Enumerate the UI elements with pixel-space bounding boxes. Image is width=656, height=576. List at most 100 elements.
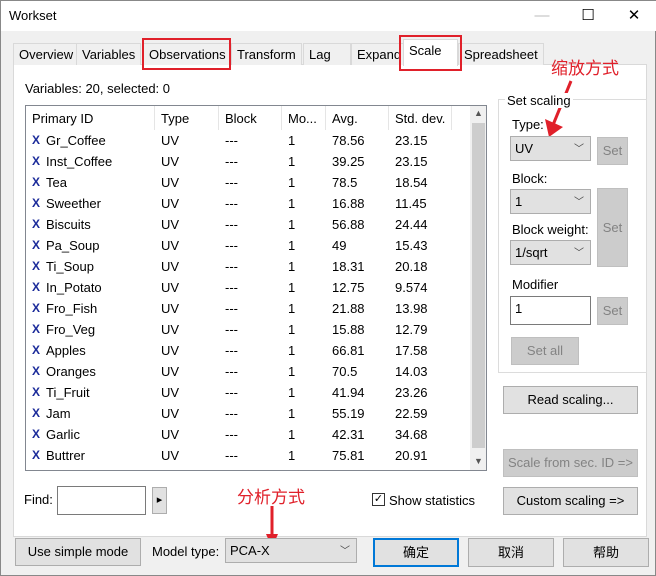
show-statistics-checkbox[interactable]: ✓: [372, 493, 385, 506]
table-row[interactable]: X Jam UV --- 1 55.19 22.59: [26, 403, 470, 424]
type-label: Type:: [512, 117, 544, 132]
column-type[interactable]: Type: [155, 106, 219, 130]
window-title: Workset: [9, 8, 57, 23]
read-scaling-button[interactable]: Read scaling...: [503, 386, 638, 414]
column-modifier[interactable]: Mo...: [282, 106, 326, 130]
x-variable-icon: X: [32, 175, 41, 189]
cell-block: ---: [225, 196, 238, 211]
use-simple-mode-button[interactable]: Use simple mode: [15, 538, 141, 566]
cell-modifier: 1: [288, 196, 296, 211]
model-type-select[interactable]: PCA-X ﹀: [225, 538, 357, 563]
table-row[interactable]: X Gr_Coffee UV --- 1 78.56 23.15: [26, 130, 470, 151]
block-weight-label: Block weight:: [512, 222, 589, 237]
cell-std-dev: 23.15: [395, 154, 428, 169]
set-all-button[interactable]: Set all: [511, 337, 579, 365]
annotation-scale-method: 缩放方式: [551, 59, 619, 78]
cell-type: UV: [161, 259, 180, 274]
cell-primary-id: Inst_Coffee: [46, 154, 113, 169]
find-input[interactable]: [57, 486, 146, 515]
cell-avg: 18.31: [332, 259, 365, 274]
set-block-button[interactable]: Set: [597, 188, 628, 267]
cell-modifier: 1: [288, 238, 296, 253]
cell-block: ---: [225, 280, 238, 295]
cell-std-dev: 20.18: [395, 259, 428, 274]
vertical-scrollbar[interactable]: ▲ ▼: [470, 106, 486, 470]
column-std-dev[interactable]: Std. dev.: [389, 106, 452, 130]
modifier-input[interactable]: 1: [510, 296, 591, 325]
x-variable-icon: X: [32, 385, 41, 399]
block-weight-select[interactable]: 1/sqrt ﹀: [510, 240, 591, 265]
cell-primary-id: Fro_Fish: [46, 301, 98, 316]
cell-type: UV: [161, 217, 180, 232]
table-row[interactable]: X Fro_Fish UV --- 1 21.88 13.98: [26, 298, 470, 319]
tab-transform[interactable]: Transform: [231, 43, 302, 65]
column-block[interactable]: Block: [219, 106, 282, 130]
cell-std-dev: 17.58: [395, 343, 428, 358]
custom-scaling-button[interactable]: Custom scaling =>: [503, 487, 638, 515]
table-row[interactable]: X Inst_Coffee UV --- 1 39.25 23.15: [26, 151, 470, 172]
table-row[interactable]: X Apples UV --- 1 66.81 17.58: [26, 340, 470, 361]
cell-modifier: 1: [288, 364, 296, 379]
table-row[interactable]: X Oranges UV --- 1 70.5 14.03: [26, 361, 470, 382]
cell-avg: 75.81: [332, 448, 365, 463]
table-row[interactable]: X Pa_Soup UV --- 1 49 15.43: [26, 235, 470, 256]
close-button[interactable]: ✕: [611, 1, 656, 31]
table-row[interactable]: X Sweether UV --- 1 16.88 11.45: [26, 193, 470, 214]
x-variable-icon: X: [32, 406, 41, 420]
cell-modifier: 1: [288, 154, 296, 169]
cell-block: ---: [225, 301, 238, 316]
scroll-down-icon[interactable]: ▼: [474, 456, 483, 466]
cell-primary-id: Buttrer: [46, 448, 86, 463]
cell-modifier: 1: [288, 343, 296, 358]
table-row[interactable]: X In_Potato UV --- 1 12.75 9.574: [26, 277, 470, 298]
cell-std-dev: 23.15: [395, 133, 428, 148]
cell-avg: 56.88: [332, 217, 365, 232]
table-row[interactable]: X Ti_Soup UV --- 1 18.31 20.18: [26, 256, 470, 277]
table-row[interactable]: X Biscuits UV --- 1 56.88 24.44: [26, 214, 470, 235]
cell-type: UV: [161, 175, 180, 190]
tab-lag[interactable]: Lag: [303, 43, 351, 65]
x-variable-icon: X: [32, 133, 41, 147]
cell-block: ---: [225, 154, 238, 169]
cell-avg: 49: [332, 238, 347, 253]
set-type-button[interactable]: Set: [597, 137, 628, 165]
find-next-button[interactable]: ▸: [152, 487, 167, 514]
x-variable-icon: X: [32, 238, 41, 252]
cell-block: ---: [225, 259, 238, 274]
cancel-button[interactable]: 取消: [468, 538, 554, 567]
cell-primary-id: Jam: [46, 406, 71, 421]
type-select[interactable]: UV ﹀: [510, 136, 591, 161]
tab-variables[interactable]: Variables: [76, 43, 142, 65]
cell-primary-id: Gr_Coffee: [46, 133, 106, 148]
cell-modifier: 1: [288, 133, 296, 148]
block-weight-value: 1/sqrt: [515, 245, 548, 260]
cell-std-dev: 18.54: [395, 175, 428, 190]
variables-list[interactable]: Primary ID Type Block Mo... Avg. Std. de…: [25, 105, 487, 471]
tab-spreadsheet[interactable]: Spreadsheet: [458, 43, 544, 65]
table-row[interactable]: X Buttrer UV --- 1 75.81 20.91: [26, 445, 470, 466]
table-row[interactable]: X Fro_Veg UV --- 1 15.88 12.79: [26, 319, 470, 340]
cell-std-dev: 13.98: [395, 301, 428, 316]
set-modifier-button[interactable]: Set: [597, 297, 628, 325]
cell-avg: 16.88: [332, 196, 365, 211]
find-label: Find:: [24, 492, 53, 507]
tab-overview[interactable]: Overview: [13, 43, 80, 65]
minimize-button[interactable]: —: [519, 1, 565, 31]
table-row[interactable]: X Ti_Fruit UV --- 1 41.94 23.26: [26, 382, 470, 403]
ok-button[interactable]: 确定: [373, 538, 459, 567]
cell-type: UV: [161, 133, 180, 148]
table-row[interactable]: X Tea UV --- 1 78.5 18.54: [26, 172, 470, 193]
block-select[interactable]: 1 ﹀: [510, 189, 591, 214]
x-variable-icon: X: [32, 280, 41, 294]
cell-avg: 21.88: [332, 301, 365, 316]
scrollbar-thumb[interactable]: [472, 123, 485, 448]
column-avg[interactable]: Avg.: [326, 106, 389, 130]
help-button[interactable]: 帮助: [563, 538, 649, 567]
table-row[interactable]: X Garlic UV --- 1 42.31 34.68: [26, 424, 470, 445]
cell-avg: 78.56: [332, 133, 365, 148]
maximize-button[interactable]: ☐: [565, 1, 611, 31]
scroll-up-icon[interactable]: ▲: [474, 108, 483, 118]
column-primary-id[interactable]: Primary ID: [26, 106, 155, 130]
scale-from-sec-id-button[interactable]: Scale from sec. ID =>: [503, 449, 638, 477]
cell-block: ---: [225, 343, 238, 358]
